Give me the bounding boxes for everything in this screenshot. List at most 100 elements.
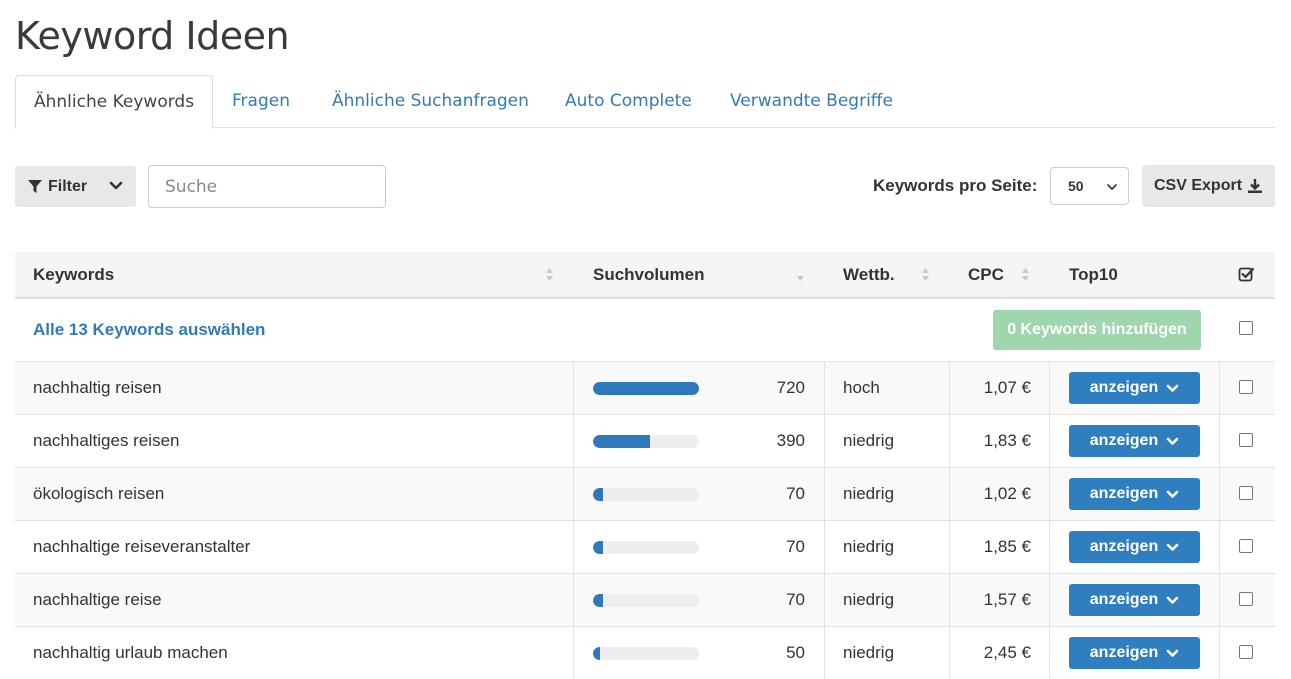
row-checkbox[interactable] [1239, 380, 1253, 394]
per-page-value: 50 [1068, 178, 1084, 194]
check-square-icon[interactable] [1238, 266, 1255, 283]
keyword-cell: nachhaltige reiseveranstalter [33, 537, 251, 556]
top10-show-button[interactable]: anzeigen [1069, 372, 1200, 404]
competition-cell: niedrig [843, 537, 895, 556]
table-row: ökologisch reisen 70 niedrig 1,02 € anze… [15, 468, 1275, 521]
volume-cell: 70 [786, 590, 805, 609]
row-checkbox[interactable] [1239, 645, 1253, 659]
volume-bar [593, 594, 699, 607]
chevron-down-icon [1166, 437, 1179, 445]
csv-export-label: CSV Export [1154, 177, 1243, 194]
top10-show-button[interactable]: anzeigen [1069, 531, 1200, 563]
volume-cell: 720 [776, 378, 805, 397]
column-divider [1049, 362, 1050, 414]
top10-show-label: anzeigen [1089, 591, 1159, 608]
keyword-cell: nachhaltig urlaub machen [33, 643, 228, 662]
table-row: nachhaltige reise 70 niedrig 1,57 € anze… [15, 574, 1275, 627]
column-divider [573, 627, 574, 679]
chevron-down-icon [1166, 490, 1179, 498]
tab-fragen[interactable]: Fragen [232, 75, 290, 128]
row-checkbox[interactable] [1239, 539, 1253, 553]
top10-show-button[interactable]: anzeigen [1069, 637, 1200, 669]
volume-bar-fill [593, 435, 651, 448]
header-wettbewerb[interactable]: Wettb. [843, 252, 895, 297]
tab-aehnliche-suchanfragen[interactable]: Ähnliche Suchanfragen [332, 75, 529, 128]
csv-export-button[interactable]: CSV Export [1142, 165, 1275, 207]
keywords-table: Keywords Suchvolumen Wettb. CPC Top10 Al… [15, 252, 1275, 679]
tab-bar: Ähnliche Keywords Fragen Ähnliche Suchan… [15, 75, 1275, 129]
top10-show-label: anzeigen [1089, 538, 1159, 555]
top10-show-button[interactable]: anzeigen [1069, 478, 1200, 510]
row-checkbox[interactable] [1239, 433, 1253, 447]
sort-desc-icon[interactable] [796, 267, 805, 282]
sort-icon[interactable] [921, 267, 930, 282]
column-divider [949, 521, 950, 573]
column-divider [573, 468, 574, 520]
column-divider [949, 415, 950, 467]
table-row: nachhaltig urlaub machen 50 niedrig 2,45… [15, 627, 1275, 679]
download-icon [1248, 179, 1263, 193]
header-suchvolumen[interactable]: Suchvolumen [593, 252, 704, 297]
per-page-select[interactable]: 50 [1050, 167, 1129, 205]
column-divider [573, 362, 574, 414]
volume-bar [593, 382, 699, 395]
volume-cell: 70 [786, 537, 805, 556]
column-divider [573, 521, 574, 573]
column-divider [949, 627, 950, 679]
top10-show-button[interactable]: anzeigen [1069, 425, 1200, 457]
volume-bar [593, 541, 699, 554]
volume-cell: 390 [776, 431, 805, 450]
select-all-link[interactable]: Alle 13 Keywords auswählen [33, 320, 265, 340]
header-keywords[interactable]: Keywords [33, 252, 114, 297]
competition-cell: niedrig [843, 590, 895, 609]
funnel-icon [28, 179, 42, 193]
select-all-row: Alle 13 Keywords auswählen 0 Keywords hi… [15, 299, 1275, 362]
page-title: Keyword Ideen [15, 14, 290, 58]
volume-bar-fill [593, 382, 699, 395]
chevron-down-icon [1166, 384, 1179, 392]
column-divider [1219, 574, 1220, 626]
column-divider [824, 521, 825, 573]
top10-show-label: anzeigen [1089, 644, 1159, 661]
column-divider [1049, 468, 1050, 520]
table-header: Keywords Suchvolumen Wettb. CPC Top10 [15, 252, 1275, 299]
column-divider [1049, 521, 1050, 573]
top10-show-button[interactable]: anzeigen [1069, 584, 1200, 616]
column-divider [1219, 362, 1220, 414]
column-divider [1219, 415, 1220, 467]
column-divider [1049, 415, 1050, 467]
tab-auto-complete[interactable]: Auto Complete [565, 75, 692, 128]
column-divider [573, 415, 574, 467]
column-divider [824, 415, 825, 467]
row-checkbox[interactable] [1239, 592, 1253, 606]
sort-icon[interactable] [545, 267, 554, 282]
sort-icon[interactable] [1021, 267, 1030, 282]
row-checkbox[interactable] [1239, 486, 1253, 500]
volume-bar-fill [593, 488, 604, 501]
chevron-down-icon [1107, 184, 1117, 190]
competition-cell: niedrig [843, 643, 895, 662]
tab-verwandte-begriffe[interactable]: Verwandte Begriffe [730, 75, 893, 128]
add-keywords-button[interactable]: 0 Keywords hinzufügen [993, 310, 1201, 350]
cpc-cell: 1,85 € [983, 537, 1031, 556]
header-cpc[interactable]: CPC [968, 252, 1004, 297]
top10-show-label: anzeigen [1089, 432, 1159, 449]
keyword-cell: nachhaltiges reisen [33, 431, 180, 450]
select-all-checkbox[interactable] [1239, 321, 1253, 335]
column-divider [824, 362, 825, 414]
volume-bar [593, 488, 699, 501]
filter-button[interactable]: Filter [15, 166, 136, 207]
per-page-label: Keywords pro Seite: [873, 176, 1038, 195]
volume-cell: 50 [786, 643, 805, 662]
volume-bar [593, 435, 699, 448]
table-row: nachhaltige reiseveranstalter 70 niedrig… [15, 521, 1275, 574]
top10-show-label: anzeigen [1089, 485, 1159, 502]
search-input[interactable] [148, 165, 386, 208]
column-divider [1219, 627, 1220, 679]
column-divider [949, 574, 950, 626]
keyword-cell: nachhaltig reisen [33, 378, 162, 397]
tab-aehnliche-keywords[interactable]: Ähnliche Keywords [15, 75, 214, 129]
volume-bar-fill [593, 647, 601, 660]
top10-show-label: anzeigen [1089, 379, 1159, 396]
column-divider [824, 627, 825, 679]
